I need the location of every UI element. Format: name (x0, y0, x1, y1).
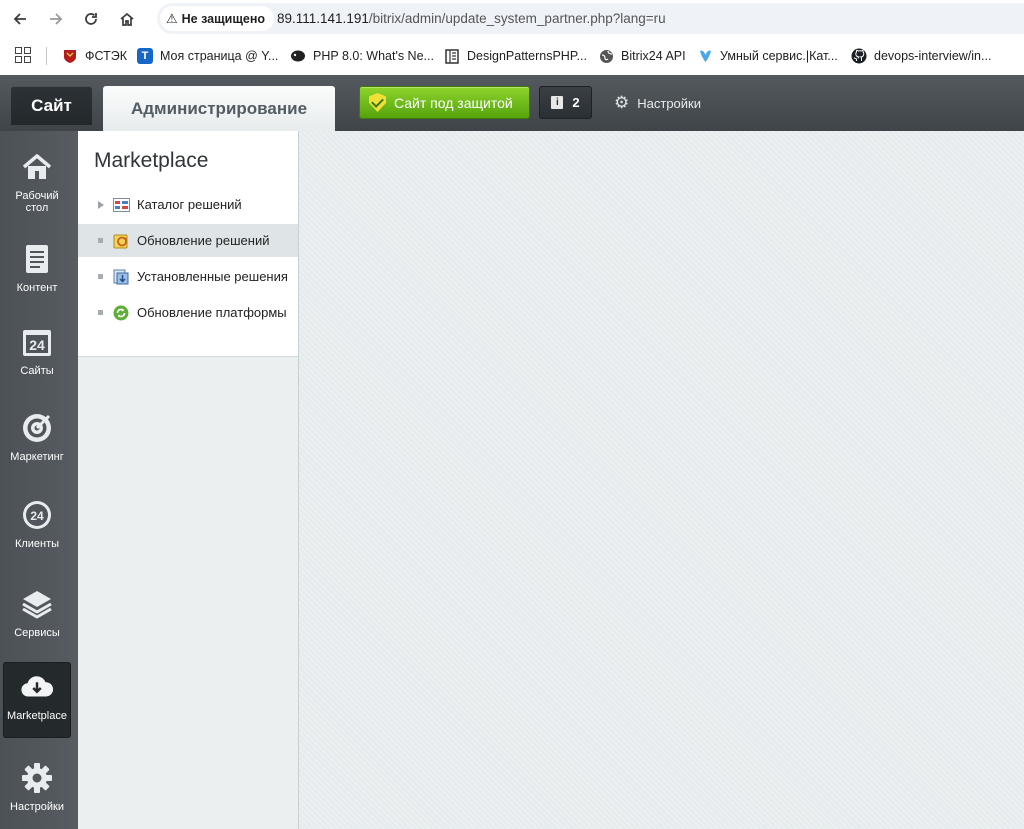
url-host: 89.111.141.191 (277, 11, 369, 26)
address-bar[interactable]: ⚠ Не защищено 89.111.141.191/bitrix/admi… (157, 3, 1024, 34)
main-menu-rail: Рабочий стол Контент 24 Сайты Маркетинг … (0, 131, 78, 829)
rail-item-label: Маркетинг (10, 451, 64, 463)
bookmark-label: Bitrix24 API (621, 49, 686, 63)
bookmark-label: Моя страница @ Y... (160, 49, 279, 63)
rail-item-label: Сайты (20, 365, 54, 377)
bookmark-label: PHP 8.0: What's Ne... (313, 49, 434, 63)
bookmark-smart-service[interactable]: Умный сервис.|Кат... (697, 46, 838, 66)
settings-button[interactable]: ⚙ Настройки (614, 92, 701, 114)
settings-label: Настройки (637, 95, 701, 111)
heart-logo-icon (697, 48, 713, 64)
tab-site[interactable]: Сайт (11, 86, 92, 125)
bookmark-bitrix24-api[interactable]: Bitrix24 API (598, 46, 686, 66)
section-menu-list: Marketplace Каталог решений Обновление р… (78, 131, 298, 357)
menu-item-label: Обновление решений (137, 233, 270, 248)
shield-check-icon (369, 93, 386, 112)
expand-arrow-icon[interactable] (91, 200, 110, 209)
clients-glyph: 24 (30, 509, 44, 523)
apps-grid-icon[interactable] (15, 47, 31, 63)
reload-icon[interactable] (78, 6, 104, 32)
rail-item-label: Контент (16, 282, 58, 294)
content-workarea (299, 131, 1024, 829)
github-icon (851, 48, 867, 64)
calendar-glyph: 24 (29, 337, 45, 353)
bookmark-label: DesignPatternsPHP... (467, 49, 587, 63)
bookmark-devops-interview[interactable]: devops-interview/in... (851, 46, 991, 66)
bookmark-label: ФСТЭК (85, 49, 128, 63)
menu-item-catalog[interactable]: Каталог решений (78, 188, 298, 221)
info-icon: i (551, 96, 564, 109)
menu-item-label: Каталог решений (137, 197, 242, 212)
warning-icon: ⚠ (166, 10, 178, 26)
notifications-button[interactable]: i 2 (539, 86, 592, 119)
catalog-icon (112, 197, 130, 213)
bookmarks-divider (46, 47, 47, 65)
forward-icon[interactable] (43, 6, 69, 32)
admin-top-panel: Сайт Администрирование Сайт под защитой … (0, 75, 1024, 131)
url-path: /bitrix/admin/update_system_partner.php?… (368, 11, 666, 26)
bookmarks-bar: ФСТЭК T Моя страница @ Y... PHP 8.0: Wha… (0, 37, 1024, 75)
bookmark-php8[interactable]: PHP 8.0: What's Ne... (290, 46, 434, 66)
menu-item-installed-solutions[interactable]: Установленные решения (78, 260, 298, 293)
section-menu: Marketplace Каталог решений Обновление р… (78, 131, 299, 829)
rail-item-sites[interactable]: 24 Сайты (3, 317, 71, 393)
document-icon (20, 242, 54, 276)
calendar-24-icon: 24 (20, 325, 54, 359)
bookmark-design-patterns[interactable]: DesignPatternsPHP... (444, 46, 587, 66)
installed-solutions-icon (112, 269, 130, 285)
rail-item-desktop[interactable]: Рабочий стол (3, 142, 71, 218)
book-icon (444, 48, 460, 64)
notifications-count: 2 (572, 95, 580, 110)
bullet-icon (91, 274, 110, 279)
rail-item-label: Настройки (10, 801, 64, 813)
rail-item-label: Сервисы (14, 627, 60, 639)
security-label: Не защищено (181, 11, 266, 26)
menu-item-update-solutions[interactable]: Обновление решений (78, 224, 298, 257)
layers-icon (20, 587, 54, 621)
globe-icon (598, 48, 614, 64)
menu-item-label: Установленные решения (137, 269, 288, 284)
menu-item-label: Обновление платформы (137, 305, 287, 320)
rail-item-clients[interactable]: 24 Клиенты (3, 490, 71, 566)
bookmark-yandex-page[interactable]: T Моя страница @ Y... (137, 46, 278, 66)
bitrix24-icon: 24 (20, 498, 54, 532)
bullet-icon (91, 238, 110, 243)
gear-icon (20, 761, 54, 795)
site-protected-button[interactable]: Сайт под защитой (359, 86, 530, 119)
bookmark-label: Умный сервис.|Кат... (720, 49, 838, 63)
rail-item-label: Рабочий стол (15, 190, 59, 214)
menu-item-platform-update[interactable]: Обновление платформы (78, 296, 298, 329)
t-logo-icon: T (137, 48, 153, 64)
rail-item-services[interactable]: Сервисы (3, 579, 71, 655)
rail-item-content[interactable]: Контент (3, 234, 71, 310)
fstek-emblem-icon (62, 48, 78, 64)
bookmark-label: devops-interview/in... (874, 49, 992, 63)
update-solutions-icon (112, 233, 130, 249)
bookmark-fstek[interactable]: ФСТЭК (62, 46, 127, 66)
php-elephant-icon (290, 48, 306, 64)
rail-item-label: Клиенты (14, 538, 60, 550)
section-title: Marketplace (94, 149, 209, 172)
target-icon (20, 411, 54, 445)
bullet-icon (91, 310, 110, 315)
platform-update-icon (112, 305, 130, 321)
rail-item-marketing[interactable]: Маркетинг (3, 403, 71, 479)
gear-icon: ⚙ (614, 93, 630, 112)
security-chip[interactable]: ⚠ Не защищено (160, 6, 275, 31)
back-icon[interactable] (7, 6, 33, 32)
rail-item-marketplace[interactable]: Marketplace (3, 662, 71, 738)
tab-administration[interactable]: Администрирование (103, 86, 335, 131)
rail-item-settings[interactable]: Настройки (3, 753, 71, 829)
url-text[interactable]: 89.111.141.191/bitrix/admin/update_syste… (277, 11, 666, 26)
rail-item-label: Marketplace (7, 710, 67, 722)
cloud-download-icon (20, 670, 54, 704)
home-icon[interactable] (114, 6, 140, 32)
browser-toolbar: ⚠ Не защищено 89.111.141.191/bitrix/admi… (0, 0, 1024, 37)
house-icon (20, 150, 54, 184)
site-protected-label: Сайт под защитой (394, 94, 513, 111)
